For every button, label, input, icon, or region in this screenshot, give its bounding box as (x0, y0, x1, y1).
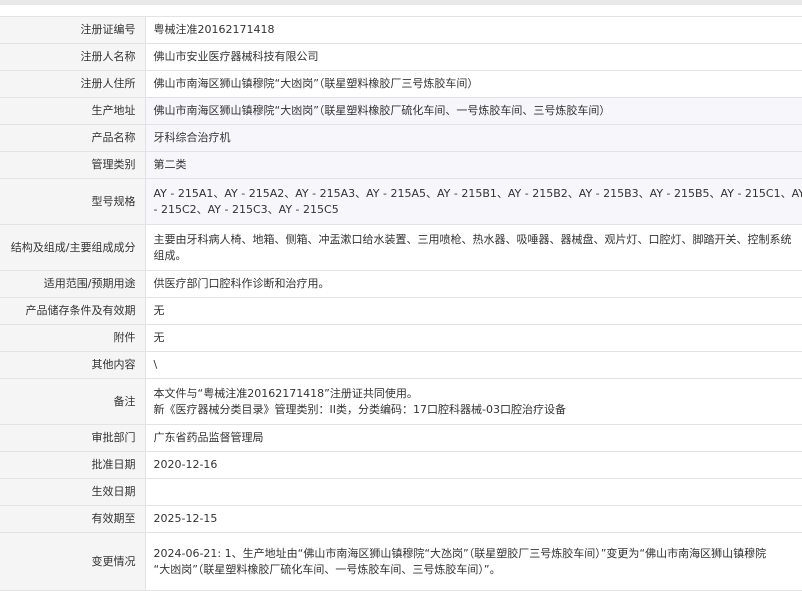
top-scroll-strip (0, 0, 802, 5)
row-effective-date: 生效日期 (0, 479, 802, 506)
approval-department-value: 广东省药品监督管理局 (145, 425, 802, 452)
row-approval-date: 批准日期 2020-12-16 (0, 452, 802, 479)
remarks-value-line: 本文件与“粤械注准20162171418”注册证共同使用。 (154, 386, 802, 402)
remarks-value-line: 新《医疗器械分类目录》管理类别：II类，分类编码：17口腔科器械-03口腔治疗设… (154, 402, 802, 418)
storage-validity-value: 无 (145, 298, 802, 325)
row-expiry-date: 有效期至 2025-12-15 (0, 506, 802, 533)
approval-department-label: 审批部门 (0, 425, 145, 452)
management-class-label: 管理类别 (0, 152, 145, 179)
row-management-class: 管理类别第二类 (0, 152, 802, 179)
approval-department-value-line: 广东省药品监督管理局 (154, 430, 802, 446)
effective-date-value (145, 479, 802, 506)
product-name-value: 牙科综合治疗机 (145, 125, 802, 152)
registration-number-value-line: 粤械注准20162171418 (154, 22, 802, 38)
registrant-name-label: 注册人名称 (0, 44, 145, 71)
intended-use-label: 适用范围/预期用途 (0, 271, 145, 298)
approval-date-value-line: 2020-12-16 (154, 457, 802, 473)
registrant-address-value: 佛山市南海区狮山镇穆院“大凼岗”（联星塑料橡胶厂三号炼胶车间） (145, 71, 802, 98)
production-address-value: 佛山市南海区狮山镇穆院“大凼岗”（联星塑料橡胶厂硫化车间、一号炼胶车间、三号炼胶… (145, 98, 802, 125)
row-intended-use: 适用范围/预期用途供医疗部门口腔科作诊断和治疗用。 (0, 271, 802, 298)
other-content-value: \ (145, 352, 802, 379)
expiry-date-value: 2025-12-15 (145, 506, 802, 533)
row-product-name: 产品名称牙科综合治疗机 (0, 125, 802, 152)
remarks-value: 本文件与“粤械注准20162171418”注册证共同使用。新《医疗器械分类目录》… (145, 379, 802, 425)
registration-number-value: 粤械注准20162171418 (145, 17, 802, 44)
registration-info-table: 注册证编号粤械注准20162171418注册人名称佛山市安业医疗器械科技有限公司… (0, 16, 802, 591)
product-name-value-line: 牙科综合治疗机 (154, 130, 802, 146)
other-content-label: 其他内容 (0, 352, 145, 379)
change-history-value-line: “大凼岗”（联星塑料橡胶厂硫化车间、一号炼胶车间、三号炼胶车间）”。 (154, 562, 802, 578)
model-spec-value-line: AY - 215A1、AY - 215A2、AY - 215A3、AY - 21… (154, 186, 802, 202)
change-history-label: 变更情况 (0, 533, 145, 591)
row-storage-validity: 产品储存条件及有效期无 (0, 298, 802, 325)
row-change-history: 变更情况 2024-06-21: 1、生产地址由“佛山市南海区狮山镇穆院“大氹岗”… (0, 533, 802, 591)
management-class-value-line: 第二类 (154, 157, 802, 173)
attachment-value-line: 无 (154, 330, 802, 346)
registrant-address-value-line: 佛山市南海区狮山镇穆院“大凼岗”（联星塑料橡胶厂三号炼胶车间） (154, 76, 802, 92)
model-spec-label: 型号规格 (0, 179, 145, 225)
row-structure-composition: 结构及组成/主要组成成分主要由牙科病人椅、地箱、侧箱、冲盂漱口给水装置、三用喷枪… (0, 225, 802, 271)
row-registrant-name: 注册人名称佛山市安业医疗器械科技有限公司 (0, 44, 802, 71)
attachment-value: 无 (145, 325, 802, 352)
intended-use-value-line: 供医疗部门口腔科作诊断和治疗用。 (154, 276, 802, 292)
approval-date-label: 批准日期 (0, 452, 145, 479)
change-history-value-line: 2024-06-21: 1、生产地址由“佛山市南海区狮山镇穆院“大氹岗”（联星塑… (154, 546, 802, 562)
structure-composition-value-line: 组成。 (154, 248, 802, 264)
effective-date-label: 生效日期 (0, 479, 145, 506)
registrant-address-label: 注册人住所 (0, 71, 145, 98)
row-approval-department: 审批部门广东省药品监督管理局 (0, 425, 802, 452)
registration-number-label: 注册证编号 (0, 17, 145, 44)
approval-date-value: 2020-12-16 (145, 452, 802, 479)
model-spec-value-line: - 215C2、AY - 215C3、AY - 215C5 (154, 202, 802, 218)
storage-validity-label: 产品储存条件及有效期 (0, 298, 145, 325)
attachment-label: 附件 (0, 325, 145, 352)
row-production-address: 生产地址佛山市南海区狮山镇穆院“大凼岗”（联星塑料橡胶厂硫化车间、一号炼胶车间、… (0, 98, 802, 125)
management-class-value: 第二类 (145, 152, 802, 179)
expiry-date-label: 有效期至 (0, 506, 145, 533)
change-history-value: 2024-06-21: 1、生产地址由“佛山市南海区狮山镇穆院“大氹岗”（联星塑… (145, 533, 802, 591)
storage-validity-value-line: 无 (154, 303, 802, 319)
row-model-spec: 型号规格 AY - 215A1、AY - 215A2、AY - 215A3、AY … (0, 179, 802, 225)
row-remarks: 备注本文件与“粤械注准20162171418”注册证共同使用。新《医疗器械分类目… (0, 379, 802, 425)
row-registration-number: 注册证编号粤械注准20162171418 (0, 17, 802, 44)
intended-use-value: 供医疗部门口腔科作诊断和治疗用。 (145, 271, 802, 298)
row-other-content: 其他内容 \ (0, 352, 802, 379)
model-spec-value: AY - 215A1、AY - 215A2、AY - 215A3、AY - 21… (145, 179, 802, 225)
registrant-name-value-line: 佛山市安业医疗器械科技有限公司 (154, 49, 802, 65)
product-name-label: 产品名称 (0, 125, 145, 152)
production-address-value-line: 佛山市南海区狮山镇穆院“大凼岗”（联星塑料橡胶厂硫化车间、一号炼胶车间、三号炼胶… (154, 103, 802, 119)
production-address-label: 生产地址 (0, 98, 145, 125)
expiry-date-value-line: 2025-12-15 (154, 511, 802, 527)
structure-composition-label: 结构及组成/主要组成成分 (0, 225, 145, 271)
structure-composition-value: 主要由牙科病人椅、地箱、侧箱、冲盂漱口给水装置、三用喷枪、热水器、吸唾器、器械盘… (145, 225, 802, 271)
row-attachment: 附件无 (0, 325, 802, 352)
remarks-label: 备注 (0, 379, 145, 425)
registrant-name-value: 佛山市安业医疗器械科技有限公司 (145, 44, 802, 71)
structure-composition-value-line: 主要由牙科病人椅、地箱、侧箱、冲盂漱口给水装置、三用喷枪、热水器、吸唾器、器械盘… (154, 232, 802, 248)
row-registrant-address: 注册人住所佛山市南海区狮山镇穆院“大凼岗”（联星塑料橡胶厂三号炼胶车间） (0, 71, 802, 98)
other-content-value-line: \ (154, 357, 802, 373)
